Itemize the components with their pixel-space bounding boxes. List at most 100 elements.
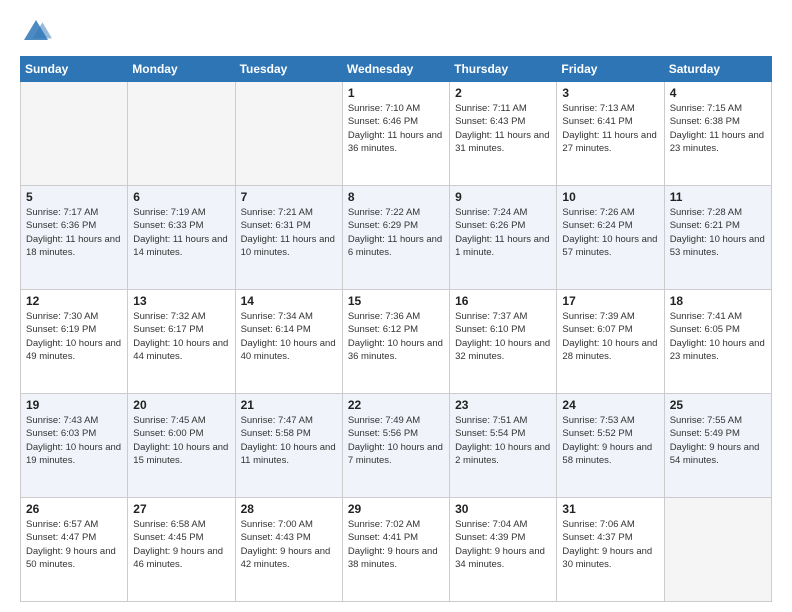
day-info: Sunrise: 6:58 AMSunset: 4:45 PMDaylight:… <box>133 519 223 570</box>
calendar-day-cell: 11 Sunrise: 7:28 AMSunset: 6:21 PMDaylig… <box>664 186 771 290</box>
page-header <box>20 16 772 48</box>
day-number: 10 <box>562 190 658 204</box>
day-info: Sunrise: 7:15 AMSunset: 6:38 PMDaylight:… <box>670 103 764 154</box>
day-number: 28 <box>241 502 337 516</box>
day-info: Sunrise: 7:26 AMSunset: 6:24 PMDaylight:… <box>562 207 657 258</box>
day-number: 19 <box>26 398 122 412</box>
calendar-day-cell <box>21 82 128 186</box>
calendar-day-cell: 6 Sunrise: 7:19 AMSunset: 6:33 PMDayligh… <box>128 186 235 290</box>
day-number: 31 <box>562 502 658 516</box>
calendar-day-cell: 5 Sunrise: 7:17 AMSunset: 6:36 PMDayligh… <box>21 186 128 290</box>
calendar-day-cell: 20 Sunrise: 7:45 AMSunset: 6:00 PMDaylig… <box>128 394 235 498</box>
day-info: Sunrise: 7:02 AMSunset: 4:41 PMDaylight:… <box>348 519 438 570</box>
day-info: Sunrise: 6:57 AMSunset: 4:47 PMDaylight:… <box>26 519 116 570</box>
day-info: Sunrise: 7:11 AMSunset: 6:43 PMDaylight:… <box>455 103 549 154</box>
day-info: Sunrise: 7:45 AMSunset: 6:00 PMDaylight:… <box>133 415 228 466</box>
day-of-week-header: Friday <box>557 57 664 82</box>
calendar-day-cell: 24 Sunrise: 7:53 AMSunset: 5:52 PMDaylig… <box>557 394 664 498</box>
calendar-day-cell <box>235 82 342 186</box>
day-info: Sunrise: 7:43 AMSunset: 6:03 PMDaylight:… <box>26 415 121 466</box>
day-info: Sunrise: 7:36 AMSunset: 6:12 PMDaylight:… <box>348 311 443 362</box>
day-number: 15 <box>348 294 444 308</box>
logo-icon <box>20 16 52 48</box>
calendar-day-cell: 28 Sunrise: 7:00 AMSunset: 4:43 PMDaylig… <box>235 498 342 602</box>
day-info: Sunrise: 7:30 AMSunset: 6:19 PMDaylight:… <box>26 311 121 362</box>
day-number: 2 <box>455 86 551 100</box>
day-of-week-header: Tuesday <box>235 57 342 82</box>
day-number: 3 <box>562 86 658 100</box>
day-of-week-header: Sunday <box>21 57 128 82</box>
day-info: Sunrise: 7:13 AMSunset: 6:41 PMDaylight:… <box>562 103 656 154</box>
day-info: Sunrise: 7:04 AMSunset: 4:39 PMDaylight:… <box>455 519 545 570</box>
calendar-day-cell: 31 Sunrise: 7:06 AMSunset: 4:37 PMDaylig… <box>557 498 664 602</box>
day-number: 5 <box>26 190 122 204</box>
calendar-day-cell: 7 Sunrise: 7:21 AMSunset: 6:31 PMDayligh… <box>235 186 342 290</box>
day-number: 4 <box>670 86 766 100</box>
logo <box>20 16 56 48</box>
calendar-day-cell: 15 Sunrise: 7:36 AMSunset: 6:12 PMDaylig… <box>342 290 449 394</box>
day-info: Sunrise: 7:37 AMSunset: 6:10 PMDaylight:… <box>455 311 550 362</box>
day-number: 25 <box>670 398 766 412</box>
calendar-day-cell: 2 Sunrise: 7:11 AMSunset: 6:43 PMDayligh… <box>450 82 557 186</box>
day-number: 8 <box>348 190 444 204</box>
day-number: 12 <box>26 294 122 308</box>
day-info: Sunrise: 7:19 AMSunset: 6:33 PMDaylight:… <box>133 207 227 258</box>
day-number: 24 <box>562 398 658 412</box>
day-info: Sunrise: 7:06 AMSunset: 4:37 PMDaylight:… <box>562 519 652 570</box>
day-number: 6 <box>133 190 229 204</box>
day-info: Sunrise: 7:34 AMSunset: 6:14 PMDaylight:… <box>241 311 336 362</box>
day-info: Sunrise: 7:47 AMSunset: 5:58 PMDaylight:… <box>241 415 336 466</box>
calendar-day-cell: 16 Sunrise: 7:37 AMSunset: 6:10 PMDaylig… <box>450 290 557 394</box>
day-number: 9 <box>455 190 551 204</box>
calendar-week-row: 5 Sunrise: 7:17 AMSunset: 6:36 PMDayligh… <box>21 186 772 290</box>
calendar-day-cell: 30 Sunrise: 7:04 AMSunset: 4:39 PMDaylig… <box>450 498 557 602</box>
day-info: Sunrise: 7:17 AMSunset: 6:36 PMDaylight:… <box>26 207 120 258</box>
calendar-day-cell: 19 Sunrise: 7:43 AMSunset: 6:03 PMDaylig… <box>21 394 128 498</box>
day-info: Sunrise: 7:41 AMSunset: 6:05 PMDaylight:… <box>670 311 765 362</box>
day-number: 21 <box>241 398 337 412</box>
day-info: Sunrise: 7:28 AMSunset: 6:21 PMDaylight:… <box>670 207 765 258</box>
calendar-header-row: SundayMondayTuesdayWednesdayThursdayFrid… <box>21 57 772 82</box>
calendar-day-cell: 8 Sunrise: 7:22 AMSunset: 6:29 PMDayligh… <box>342 186 449 290</box>
calendar-week-row: 26 Sunrise: 6:57 AMSunset: 4:47 PMDaylig… <box>21 498 772 602</box>
day-number: 29 <box>348 502 444 516</box>
calendar-table: SundayMondayTuesdayWednesdayThursdayFrid… <box>20 56 772 602</box>
day-of-week-header: Saturday <box>664 57 771 82</box>
day-info: Sunrise: 7:53 AMSunset: 5:52 PMDaylight:… <box>562 415 652 466</box>
calendar-week-row: 12 Sunrise: 7:30 AMSunset: 6:19 PMDaylig… <box>21 290 772 394</box>
day-of-week-header: Monday <box>128 57 235 82</box>
calendar-day-cell: 4 Sunrise: 7:15 AMSunset: 6:38 PMDayligh… <box>664 82 771 186</box>
day-number: 13 <box>133 294 229 308</box>
day-number: 11 <box>670 190 766 204</box>
day-info: Sunrise: 7:24 AMSunset: 6:26 PMDaylight:… <box>455 207 549 258</box>
day-info: Sunrise: 7:39 AMSunset: 6:07 PMDaylight:… <box>562 311 657 362</box>
day-info: Sunrise: 7:51 AMSunset: 5:54 PMDaylight:… <box>455 415 550 466</box>
day-info: Sunrise: 7:49 AMSunset: 5:56 PMDaylight:… <box>348 415 443 466</box>
day-number: 23 <box>455 398 551 412</box>
calendar-day-cell: 1 Sunrise: 7:10 AMSunset: 6:46 PMDayligh… <box>342 82 449 186</box>
day-number: 16 <box>455 294 551 308</box>
day-number: 26 <box>26 502 122 516</box>
calendar-day-cell: 14 Sunrise: 7:34 AMSunset: 6:14 PMDaylig… <box>235 290 342 394</box>
day-number: 17 <box>562 294 658 308</box>
calendar-day-cell: 9 Sunrise: 7:24 AMSunset: 6:26 PMDayligh… <box>450 186 557 290</box>
day-info: Sunrise: 7:55 AMSunset: 5:49 PMDaylight:… <box>670 415 760 466</box>
calendar-day-cell <box>128 82 235 186</box>
calendar-week-row: 19 Sunrise: 7:43 AMSunset: 6:03 PMDaylig… <box>21 394 772 498</box>
day-info: Sunrise: 7:21 AMSunset: 6:31 PMDaylight:… <box>241 207 335 258</box>
day-of-week-header: Wednesday <box>342 57 449 82</box>
day-number: 30 <box>455 502 551 516</box>
day-number: 27 <box>133 502 229 516</box>
day-number: 1 <box>348 86 444 100</box>
calendar-day-cell: 25 Sunrise: 7:55 AMSunset: 5:49 PMDaylig… <box>664 394 771 498</box>
day-number: 18 <box>670 294 766 308</box>
day-info: Sunrise: 7:32 AMSunset: 6:17 PMDaylight:… <box>133 311 228 362</box>
calendar-day-cell: 3 Sunrise: 7:13 AMSunset: 6:41 PMDayligh… <box>557 82 664 186</box>
day-info: Sunrise: 7:00 AMSunset: 4:43 PMDaylight:… <box>241 519 331 570</box>
calendar-day-cell: 26 Sunrise: 6:57 AMSunset: 4:47 PMDaylig… <box>21 498 128 602</box>
calendar-day-cell <box>664 498 771 602</box>
calendar-day-cell: 22 Sunrise: 7:49 AMSunset: 5:56 PMDaylig… <box>342 394 449 498</box>
calendar-day-cell: 13 Sunrise: 7:32 AMSunset: 6:17 PMDaylig… <box>128 290 235 394</box>
calendar-day-cell: 23 Sunrise: 7:51 AMSunset: 5:54 PMDaylig… <box>450 394 557 498</box>
calendar-week-row: 1 Sunrise: 7:10 AMSunset: 6:46 PMDayligh… <box>21 82 772 186</box>
